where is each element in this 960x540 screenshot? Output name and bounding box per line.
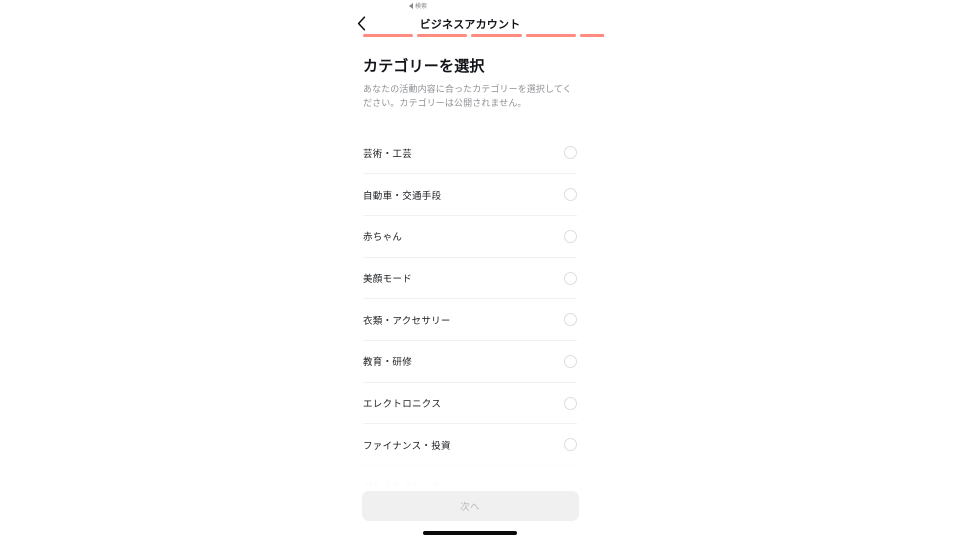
category-list[interactable]: 芸術・工芸 自動車・交通手段 赤ちゃん 美顔モード 衣類・アクセサリー 教育・研… <box>336 133 604 508</box>
category-label: 教育・研修 <box>363 357 413 369</box>
category-label: 自動車・交通手段 <box>363 190 442 202</box>
progress-segment-1 <box>363 34 414 37</box>
list-item[interactable]: 自動車・交通手段 <box>363 174 577 216</box>
radio-unchecked-icon[interactable] <box>564 188 577 202</box>
radio-unchecked-icon[interactable] <box>564 313 577 327</box>
progress-segment-4 <box>525 34 576 37</box>
list-item[interactable]: 衣類・アクセサリー <box>363 299 577 342</box>
intro-block: カテゴリーを選択 あなたの活動内容に合ったカテゴリーを選択してください。カテゴリ… <box>336 40 604 111</box>
progress-segment-3 <box>471 34 522 37</box>
main-content: カテゴリーを選択 あなたの活動内容に合ったカテゴリーを選択してください。カテゴリ… <box>336 40 604 540</box>
radio-unchecked-icon[interactable] <box>564 354 577 368</box>
category-label: 美顔モード <box>363 274 413 286</box>
page-title: カテゴリーを選択 <box>363 58 485 75</box>
progress-stepper <box>363 34 604 38</box>
status-bar: 検索 <box>336 0 604 11</box>
back-button[interactable] <box>352 15 370 33</box>
category-label: 赤ちゃん <box>363 232 403 244</box>
home-indicator-bar <box>423 531 517 535</box>
back-to-app-pill[interactable]: 検索 <box>408 1 427 10</box>
page-subtitle: あなたの活動内容に合ったカテゴリーを選択してください。カテゴリーは公開されません… <box>363 83 572 108</box>
chevron-left-icon <box>357 16 366 31</box>
phone-screen: 検索 ビジネスアカウント カテゴリーを選択 あなたの活動内容に合ったカテゴリーを… <box>336 0 604 540</box>
radio-unchecked-icon[interactable] <box>564 396 577 410</box>
list-item[interactable]: 教育・研修 <box>363 341 577 383</box>
page-header-title: ビジネスアカウント <box>419 18 521 31</box>
radio-unchecked-icon[interactable] <box>564 271 577 285</box>
screen-canvas: 検索 ビジネスアカウント カテゴリーを選択 あなたの活動内容に合ったカテゴリーを… <box>0 0 960 540</box>
category-label: 衣類・アクセサリー <box>363 315 451 327</box>
radio-unchecked-icon[interactable] <box>564 229 577 243</box>
radio-unchecked-icon[interactable] <box>564 146 577 160</box>
list-item[interactable]: エレクトロニクス <box>363 383 577 425</box>
next-button[interactable]: 次へ <box>361 491 579 521</box>
list-item[interactable]: 赤ちゃん <box>363 216 577 258</box>
list-item[interactable]: 芸術・工芸 <box>363 133 577 175</box>
list-item[interactable]: ファイナンス・投資 <box>363 424 577 467</box>
radio-unchecked-icon[interactable] <box>564 438 577 452</box>
footer-cta-bar: 次へ <box>336 488 604 540</box>
category-label: ファイナンス・投資 <box>363 440 451 452</box>
navigation-bar: ビジネスアカウント <box>336 11 604 36</box>
category-label: エレクトロニクス <box>363 399 442 411</box>
progress-segment-2 <box>417 34 468 37</box>
triangle-left-icon <box>408 2 413 9</box>
progress-segment-5 <box>579 34 604 37</box>
list-item[interactable]: 美顔モード <box>363 258 577 300</box>
back-to-app-label: 検索 <box>414 4 427 10</box>
category-label: 芸術・工芸 <box>363 148 413 160</box>
